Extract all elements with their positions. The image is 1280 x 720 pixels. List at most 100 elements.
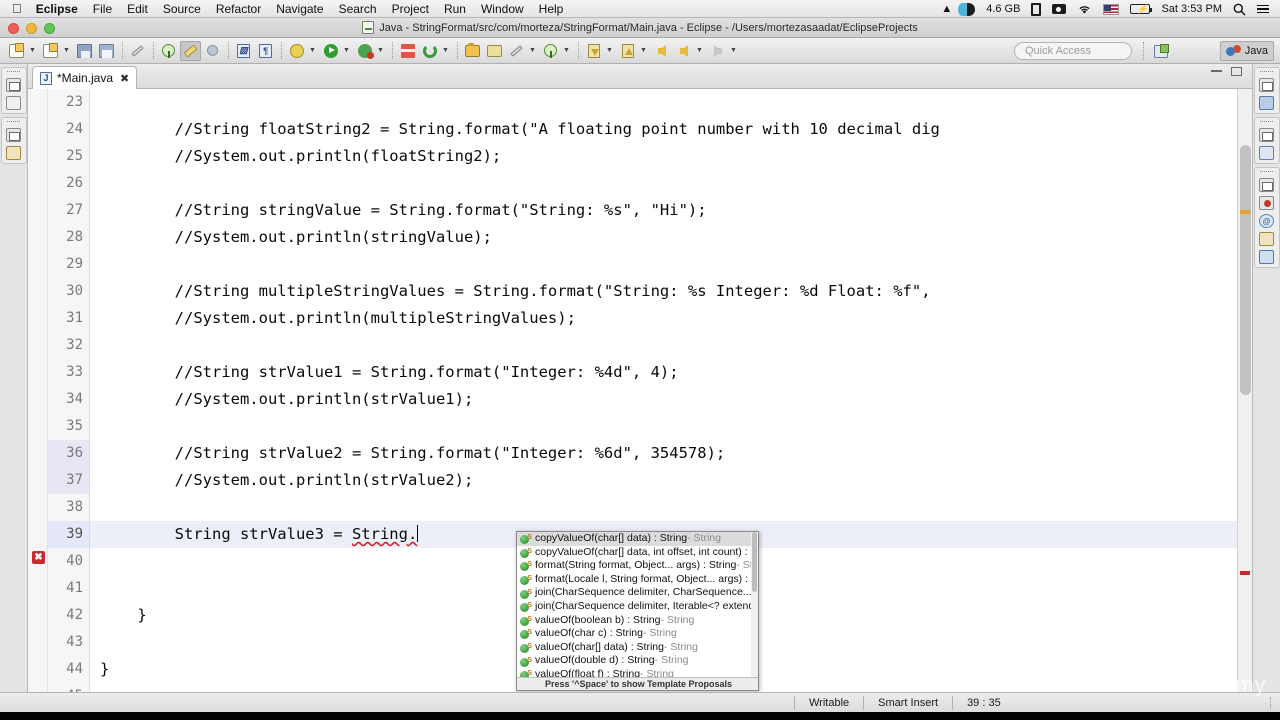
spotlight-search-icon[interactable] — [1233, 3, 1246, 16]
close-icon[interactable]: ✖ — [120, 72, 129, 85]
package-explorer-icon[interactable] — [6, 96, 21, 110]
proposal-list[interactable]: copyValueOf(char[] data) : String - Stri… — [517, 532, 751, 682]
menu-item-navigate[interactable]: Navigate — [276, 2, 323, 16]
block-selection-button[interactable]: ▧ — [233, 41, 254, 61]
rail-grip[interactable] — [7, 121, 20, 124]
rail-grip[interactable] — [7, 71, 20, 74]
clock-label[interactable]: Sat 3:53 PM — [1161, 3, 1222, 15]
minimize-icon[interactable] — [1211, 70, 1222, 72]
new-button-dropdown[interactable]: ▼ — [28, 41, 37, 61]
quick-access-input[interactable]: Quick Access — [1014, 42, 1132, 60]
new-java-package-button[interactable] — [158, 41, 179, 61]
menu-item-edit[interactable]: Edit — [127, 2, 148, 16]
external-tools-button[interactable] — [286, 41, 307, 61]
menu-item-project[interactable]: Project — [392, 2, 429, 16]
external-tools-dropdown[interactable]: ▼ — [308, 41, 317, 61]
adobe-icon[interactable]: ▲ — [941, 3, 952, 15]
quick-fix-dropdown[interactable]: ▼ — [528, 41, 537, 61]
rail-grip[interactable] — [1260, 71, 1273, 74]
memory-usage-label[interactable]: 4.6 GB — [986, 3, 1020, 15]
menu-item-source[interactable]: Source — [163, 2, 201, 16]
show-whitespace-button[interactable]: ¶ — [255, 41, 276, 61]
rail-grip[interactable] — [1260, 121, 1273, 124]
notification-center-icon[interactable] — [1257, 4, 1269, 14]
apple-logo-icon[interactable]:  — [12, 2, 22, 15]
run-button[interactable] — [320, 41, 341, 61]
menu-item-window[interactable]: Window — [481, 2, 524, 16]
back-history-button[interactable] — [673, 41, 694, 61]
moon-icon[interactable] — [958, 2, 976, 16]
status-grip[interactable] — [1270, 697, 1272, 709]
overview-error-marker[interactable] — [1240, 571, 1250, 575]
back-button[interactable] — [651, 41, 672, 61]
at-icon[interactable]: @ — [1259, 214, 1274, 228]
forward-dropdown[interactable]: ▼ — [729, 41, 738, 61]
zoom-window-button[interactable] — [44, 23, 55, 34]
list-item[interactable]: copyValueOf(char[] data) : String - Stri… — [517, 532, 751, 546]
list-item[interactable]: format(Locale l, String format, Object..… — [517, 573, 751, 587]
restore-icon[interactable] — [1259, 128, 1274, 142]
rail-grip[interactable] — [1260, 171, 1273, 174]
restore-icon[interactable] — [6, 128, 21, 142]
back-history-dropdown[interactable]: ▼ — [695, 41, 704, 61]
screen-recording-icon[interactable] — [1052, 4, 1067, 14]
new-wizard-button[interactable] — [40, 41, 61, 61]
menu-item-file[interactable]: File — [93, 2, 112, 16]
open-task-button[interactable] — [484, 41, 505, 61]
list-item[interactable]: join(CharSequence delimiter, CharSequenc… — [517, 586, 751, 600]
wifi-icon[interactable] — [1077, 4, 1092, 15]
list-item[interactable]: join(CharSequence delimiter, Iterable<? … — [517, 600, 751, 614]
pause-button[interactable] — [202, 41, 223, 61]
quick-fix-button[interactable] — [506, 41, 527, 61]
problems-icon[interactable] — [6, 146, 21, 160]
save-button[interactable] — [74, 41, 95, 61]
list-item[interactable]: valueOf(char[] data) : String - String — [517, 641, 751, 655]
problems-view-icon[interactable] — [1259, 196, 1274, 210]
scrollbar-thumb[interactable] — [1240, 145, 1251, 395]
minimize-window-button[interactable] — [26, 23, 37, 34]
overview-warning-marker[interactable] — [1240, 210, 1250, 214]
close-window-button[interactable] — [8, 23, 19, 34]
restore-icon[interactable] — [1259, 78, 1274, 92]
previous-annotation-button[interactable] — [617, 41, 638, 61]
new-java-class-button[interactable] — [397, 41, 418, 61]
menu-item-help[interactable]: Help — [539, 2, 564, 16]
search-button[interactable] — [540, 41, 561, 61]
chip-icon[interactable] — [1031, 2, 1042, 16]
new-button[interactable] — [6, 41, 27, 61]
tab-main-java[interactable]: J *Main.java ✖ — [32, 66, 138, 89]
debug-dropdown[interactable]: ▼ — [376, 41, 385, 61]
content-assist-popup[interactable]: copyValueOf(char[] data) : String - Stri… — [516, 531, 759, 691]
list-item[interactable]: valueOf(double d) : String - String — [517, 654, 751, 668]
new-wizard-dropdown[interactable]: ▼ — [62, 41, 71, 61]
debug-button[interactable] — [354, 41, 375, 61]
restore-icon[interactable] — [1259, 178, 1274, 192]
maximize-icon[interactable] — [1231, 67, 1242, 76]
console-view-icon[interactable] — [1259, 96, 1274, 110]
next-annotation-dropdown[interactable]: ▼ — [605, 41, 614, 61]
marker-ruler[interactable]: ✖ — [28, 89, 48, 692]
toggle-annotation-button[interactable] — [180, 40, 201, 61]
search-dropdown[interactable]: ▼ — [562, 41, 571, 61]
menu-item-eclipse[interactable]: Eclipse — [36, 2, 78, 16]
task-list-icon[interactable] — [1259, 232, 1274, 246]
restore-icon[interactable] — [6, 78, 21, 92]
menu-item-run[interactable]: Run — [444, 2, 466, 16]
battery-icon[interactable]: ⚡ — [1130, 4, 1153, 14]
editor-vertical-scrollbar[interactable] — [1237, 89, 1252, 692]
forward-button[interactable] — [707, 41, 728, 61]
previous-annotation-dropdown[interactable]: ▼ — [639, 41, 648, 61]
refresh-dropdown[interactable]: ▼ — [441, 41, 450, 61]
save-all-button[interactable] — [96, 41, 117, 61]
refresh-button[interactable] — [419, 41, 440, 61]
perspective-java-button[interactable]: Java — [1219, 41, 1274, 61]
proposal-scrollbar[interactable] — [751, 532, 758, 678]
list-item[interactable]: copyValueOf(char[] data, int offset, int… — [517, 546, 751, 560]
list-item[interactable]: valueOf(boolean b) : String - String — [517, 614, 751, 628]
keyboard-flag-icon[interactable] — [1103, 3, 1120, 15]
menu-item-search[interactable]: Search — [339, 2, 377, 16]
pen-strike-icon-button[interactable] — [127, 41, 148, 61]
menu-item-refactor[interactable]: Refactor — [216, 2, 261, 16]
error-marker-icon[interactable]: ✖ — [32, 551, 45, 564]
run-dropdown[interactable]: ▼ — [342, 41, 351, 61]
